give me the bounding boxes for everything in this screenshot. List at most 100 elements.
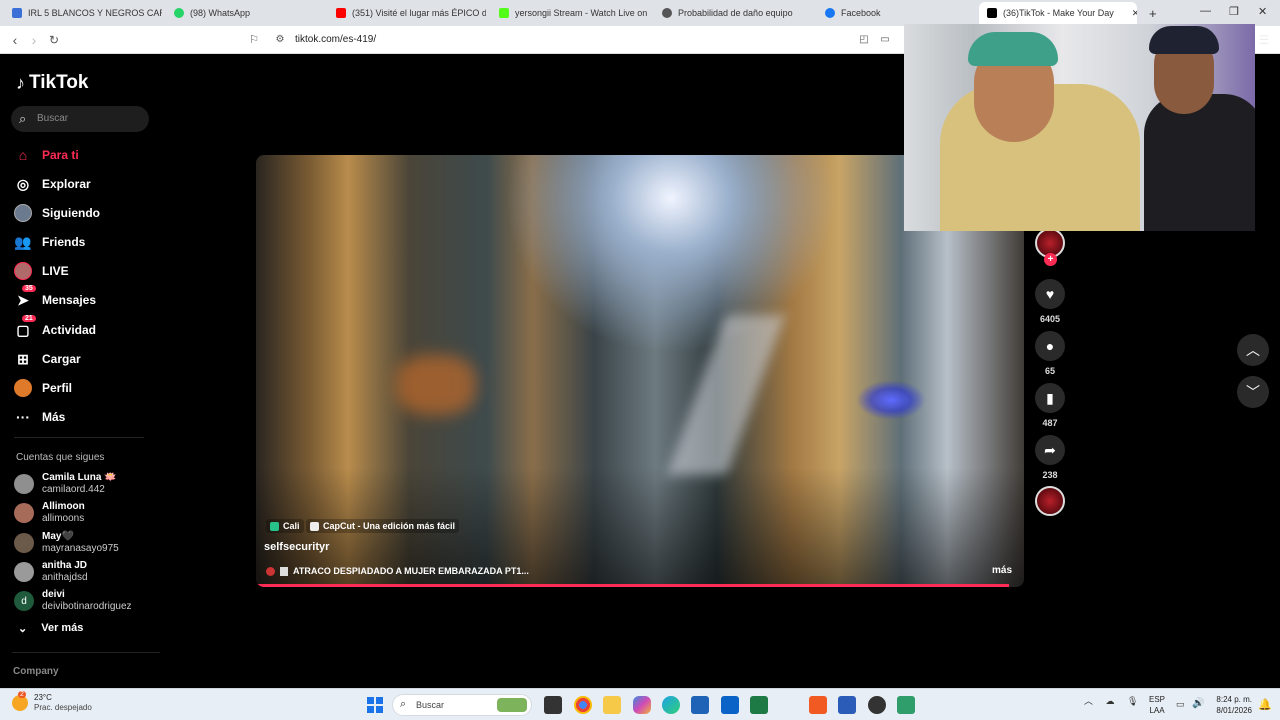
followed-account[interactable]: anitha JD anithajdsd [14, 560, 88, 584]
reload-icon[interactable]: ↻ [46, 32, 62, 48]
close-window-icon[interactable]: ✕ [1258, 5, 1267, 18]
restore-icon[interactable]: ❐ [1229, 5, 1239, 18]
new-tab-button[interactable]: + [1141, 2, 1161, 24]
lang-top: ESP [1149, 695, 1166, 704]
browser-tab[interactable]: Probabilidad de daño equipo [654, 2, 814, 24]
browser-tab-active[interactable]: (36)TikTok - Make Your Day ✕ [979, 2, 1137, 24]
following-avatar-icon [14, 204, 32, 222]
heart-icon[interactable]: ♥ [1035, 279, 1065, 309]
location-tag[interactable]: Cali [266, 519, 304, 533]
nav-label: Perfil [42, 381, 73, 395]
clock[interactable]: 8:24 p. m. 8/01/2026 [1210, 694, 1252, 716]
nav-cargar[interactable]: ⊞ Cargar [14, 348, 81, 370]
caption-text: ATRACO DESPIADADO A MUJER EMBARAZADA PT1… [293, 566, 529, 576]
search-input[interactable]: ⌕ Buscar [11, 106, 149, 132]
minimize-icon[interactable]: — [1200, 5, 1211, 17]
windows-start-icon[interactable] [367, 697, 383, 713]
store-icon[interactable] [691, 696, 709, 714]
activity-badge: 21 [22, 315, 36, 322]
chrome-icon[interactable] [574, 696, 592, 714]
bookmark-icon[interactable]: ▮ [1035, 383, 1065, 413]
video-author[interactable]: selfsecurityr [264, 541, 329, 553]
excel-icon[interactable] [750, 696, 768, 714]
nav-label: Actividad [42, 323, 97, 337]
music-disc-icon[interactable] [1035, 486, 1065, 516]
previous-video-button[interactable]: ︿ [1237, 334, 1269, 366]
followed-account[interactable]: d deivi deivibotinarodriguez [14, 589, 132, 613]
account-username: camilaord.442 [42, 484, 105, 495]
nav-actividad[interactable]: ▢ 21 Actividad [14, 315, 97, 341]
notepad-icon[interactable] [897, 696, 915, 714]
weather-widget[interactable]: 2 23°C Prac. despejado [12, 691, 92, 713]
nav-friends[interactable]: 👥 Friends [14, 231, 85, 253]
nav-live[interactable]: LIVE [14, 260, 69, 282]
file-explorer-icon[interactable] [603, 696, 621, 714]
outlook-icon[interactable] [721, 696, 739, 714]
volume-icon[interactable]: 🔊 [1192, 698, 1204, 709]
browser-tab[interactable]: yersongii Stream - Watch Live on Ki [491, 2, 649, 24]
company-link[interactable]: Company [13, 666, 59, 677]
nav-siguiendo[interactable]: Siguiendo [14, 202, 100, 224]
notifications-icon[interactable]: 🔔 [1258, 698, 1272, 711]
back-icon[interactable]: ‹ [7, 32, 23, 48]
nav-mensajes[interactable]: ➤ 35 Mensajes [14, 285, 96, 311]
comment-action[interactable]: ● 65 [1035, 331, 1065, 376]
upload-icon: ⊞ [17, 350, 29, 367]
follow-plus-icon[interactable]: + [1044, 253, 1057, 266]
following-heading: Cuentas que sigues [16, 452, 105, 463]
video-progress-bar[interactable] [256, 584, 1009, 587]
like-count: 6405 [1039, 314, 1061, 324]
system-tray[interactable]: ︿ ☁ 🎙 [1084, 694, 1138, 707]
edge-icon[interactable] [662, 696, 680, 714]
nav-para-ti[interactable]: ⌂ Para ti [14, 144, 79, 166]
menu-icon[interactable]: ☰ [1256, 32, 1272, 48]
translate-icon[interactable]: ◰ [856, 32, 872, 48]
cast-icon[interactable]: ▭ [877, 32, 893, 48]
browser-tab[interactable]: Facebook [817, 2, 975, 24]
nav-label: Cargar [42, 352, 81, 366]
nav-label: Friends [42, 235, 86, 249]
weather-desc: Prac. despejado [34, 703, 92, 712]
copilot-icon[interactable] [633, 696, 651, 714]
followed-account[interactable]: May🖤 mayranasayo975 [14, 531, 119, 555]
nav-explorar[interactable]: ◎ Explorar [14, 173, 91, 195]
followed-account[interactable]: Camila Luna 🪷 camilaord.442 [14, 472, 117, 496]
bookmark-icon[interactable]: ⚐ [246, 32, 262, 48]
like-action[interactable]: ♥ 6405 [1035, 279, 1065, 324]
nav-label: Siguiendo [42, 206, 100, 220]
search-highlight-icon [497, 698, 527, 712]
share-action[interactable]: ➦ 238 [1035, 435, 1065, 480]
see-more-link[interactable]: ⌄ Ver más [18, 622, 83, 635]
site-info-icon[interactable]: ⚙ [272, 32, 288, 48]
nav-perfil[interactable]: Perfil [14, 377, 72, 399]
obs-icon[interactable] [868, 696, 886, 714]
location-pin-icon [270, 521, 279, 531]
url-field[interactable]: tiktok.com/es-419/ [295, 34, 376, 45]
task-view-icon[interactable] [544, 696, 562, 714]
browser-tab[interactable]: (98) WhatsApp [166, 2, 326, 24]
weather-badge: 2 [18, 691, 26, 698]
close-tab-icon[interactable]: ✕ [1132, 8, 1137, 19]
tiktok-logo[interactable]: ♪ TikTok [16, 72, 88, 94]
next-video-button[interactable]: ﹀ [1237, 376, 1269, 408]
taskbar-search[interactable]: ⌕ Buscar [392, 694, 532, 716]
nav-mas[interactable]: ··· Más [14, 406, 65, 428]
language-indicator[interactable]: ESP LAA [1149, 694, 1165, 716]
compass-icon: ◎ [16, 175, 30, 192]
kick-icon [499, 8, 509, 18]
search-icon: ⌕ [19, 111, 27, 126]
browser-tab[interactable]: (351) Visité el lugar más ÉPICO de lo [328, 2, 486, 24]
save-action[interactable]: ▮ 487 [1035, 383, 1065, 428]
capcut-tag[interactable]: CapCut - Una edición más fácil [306, 519, 460, 533]
forward-icon[interactable]: › [26, 32, 42, 48]
caption-more-button[interactable]: más [992, 565, 1012, 576]
browser-tab[interactable]: IRL 5 BLANCOS Y NEGROS CARNAB [4, 2, 162, 24]
brave-icon[interactable] [809, 696, 827, 714]
word-icon[interactable] [838, 696, 856, 714]
comment-icon[interactable]: ● [1035, 331, 1065, 361]
search-placeholder: Buscar [37, 113, 69, 124]
followed-account[interactable]: Allimoon allimoons [14, 501, 85, 525]
share-icon[interactable]: ➦ [1035, 435, 1065, 465]
network-icon[interactable]: ▭ [1176, 699, 1185, 710]
youtube-icon [336, 8, 346, 18]
